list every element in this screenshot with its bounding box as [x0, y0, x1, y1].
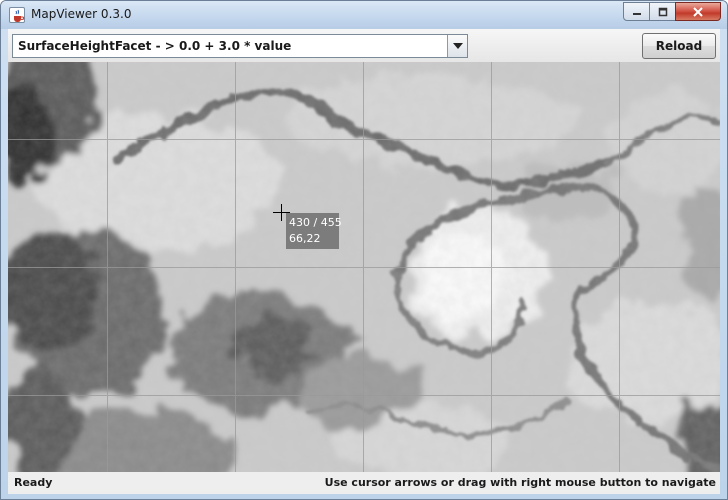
- minimize-icon: [632, 12, 641, 15]
- close-button[interactable]: [675, 2, 721, 21]
- maximize-button[interactable]: [649, 2, 676, 21]
- map-canvas[interactable]: 430 / 455 66,22: [8, 62, 720, 472]
- java-cup-icon: [9, 7, 25, 23]
- maximize-icon: [658, 7, 667, 16]
- reload-button[interactable]: Reload: [642, 33, 716, 59]
- minimize-button[interactable]: [623, 2, 650, 21]
- status-bar: Ready Use cursor arrows or drag with rig…: [8, 472, 720, 494]
- window-controls: [623, 2, 721, 21]
- facet-select-value: SurfaceHeightFacet - > 0.0 + 3.0 * value: [18, 39, 292, 53]
- cursor-readout-tooltip: 430 / 455 66,22: [286, 213, 342, 249]
- terrain-heightmap: [8, 62, 720, 472]
- status-text: Ready: [14, 476, 53, 489]
- facet-select[interactable]: SurfaceHeightFacet - > 0.0 + 3.0 * value: [12, 34, 468, 58]
- title-bar[interactable]: MapViewer 0.3.0: [1, 1, 727, 29]
- cursor-coordinates: 430 / 455: [289, 216, 342, 229]
- window-title: MapViewer 0.3.0: [31, 7, 132, 21]
- navigation-hint: Use cursor arrows or drag with right mou…: [324, 476, 716, 489]
- app-window: MapViewer 0.3.0 SurfaceHeightFacet - > 0…: [0, 0, 728, 500]
- toolbar: SurfaceHeightFacet - > 0.0 + 3.0 * value…: [8, 29, 720, 62]
- cursor-height-value: 66,22: [289, 232, 321, 245]
- chevron-down-icon: [452, 43, 463, 49]
- close-icon: [693, 6, 703, 17]
- facet-select-dropdown[interactable]: [447, 35, 467, 57]
- client-area: SurfaceHeightFacet - > 0.0 + 3.0 * value…: [8, 29, 720, 494]
